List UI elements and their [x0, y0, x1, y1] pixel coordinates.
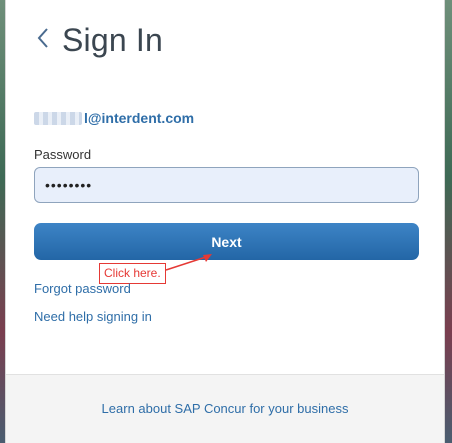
- forgot-password-link[interactable]: Forgot password: [34, 281, 131, 296]
- footer: Learn about SAP Concur for your business: [6, 375, 444, 443]
- need-help-link[interactable]: Need help signing in: [34, 309, 152, 324]
- learn-about-link[interactable]: Learn about SAP Concur for your business: [6, 401, 444, 416]
- signin-card: Sign In l@interdent.com Password Next Cl…: [5, 0, 445, 443]
